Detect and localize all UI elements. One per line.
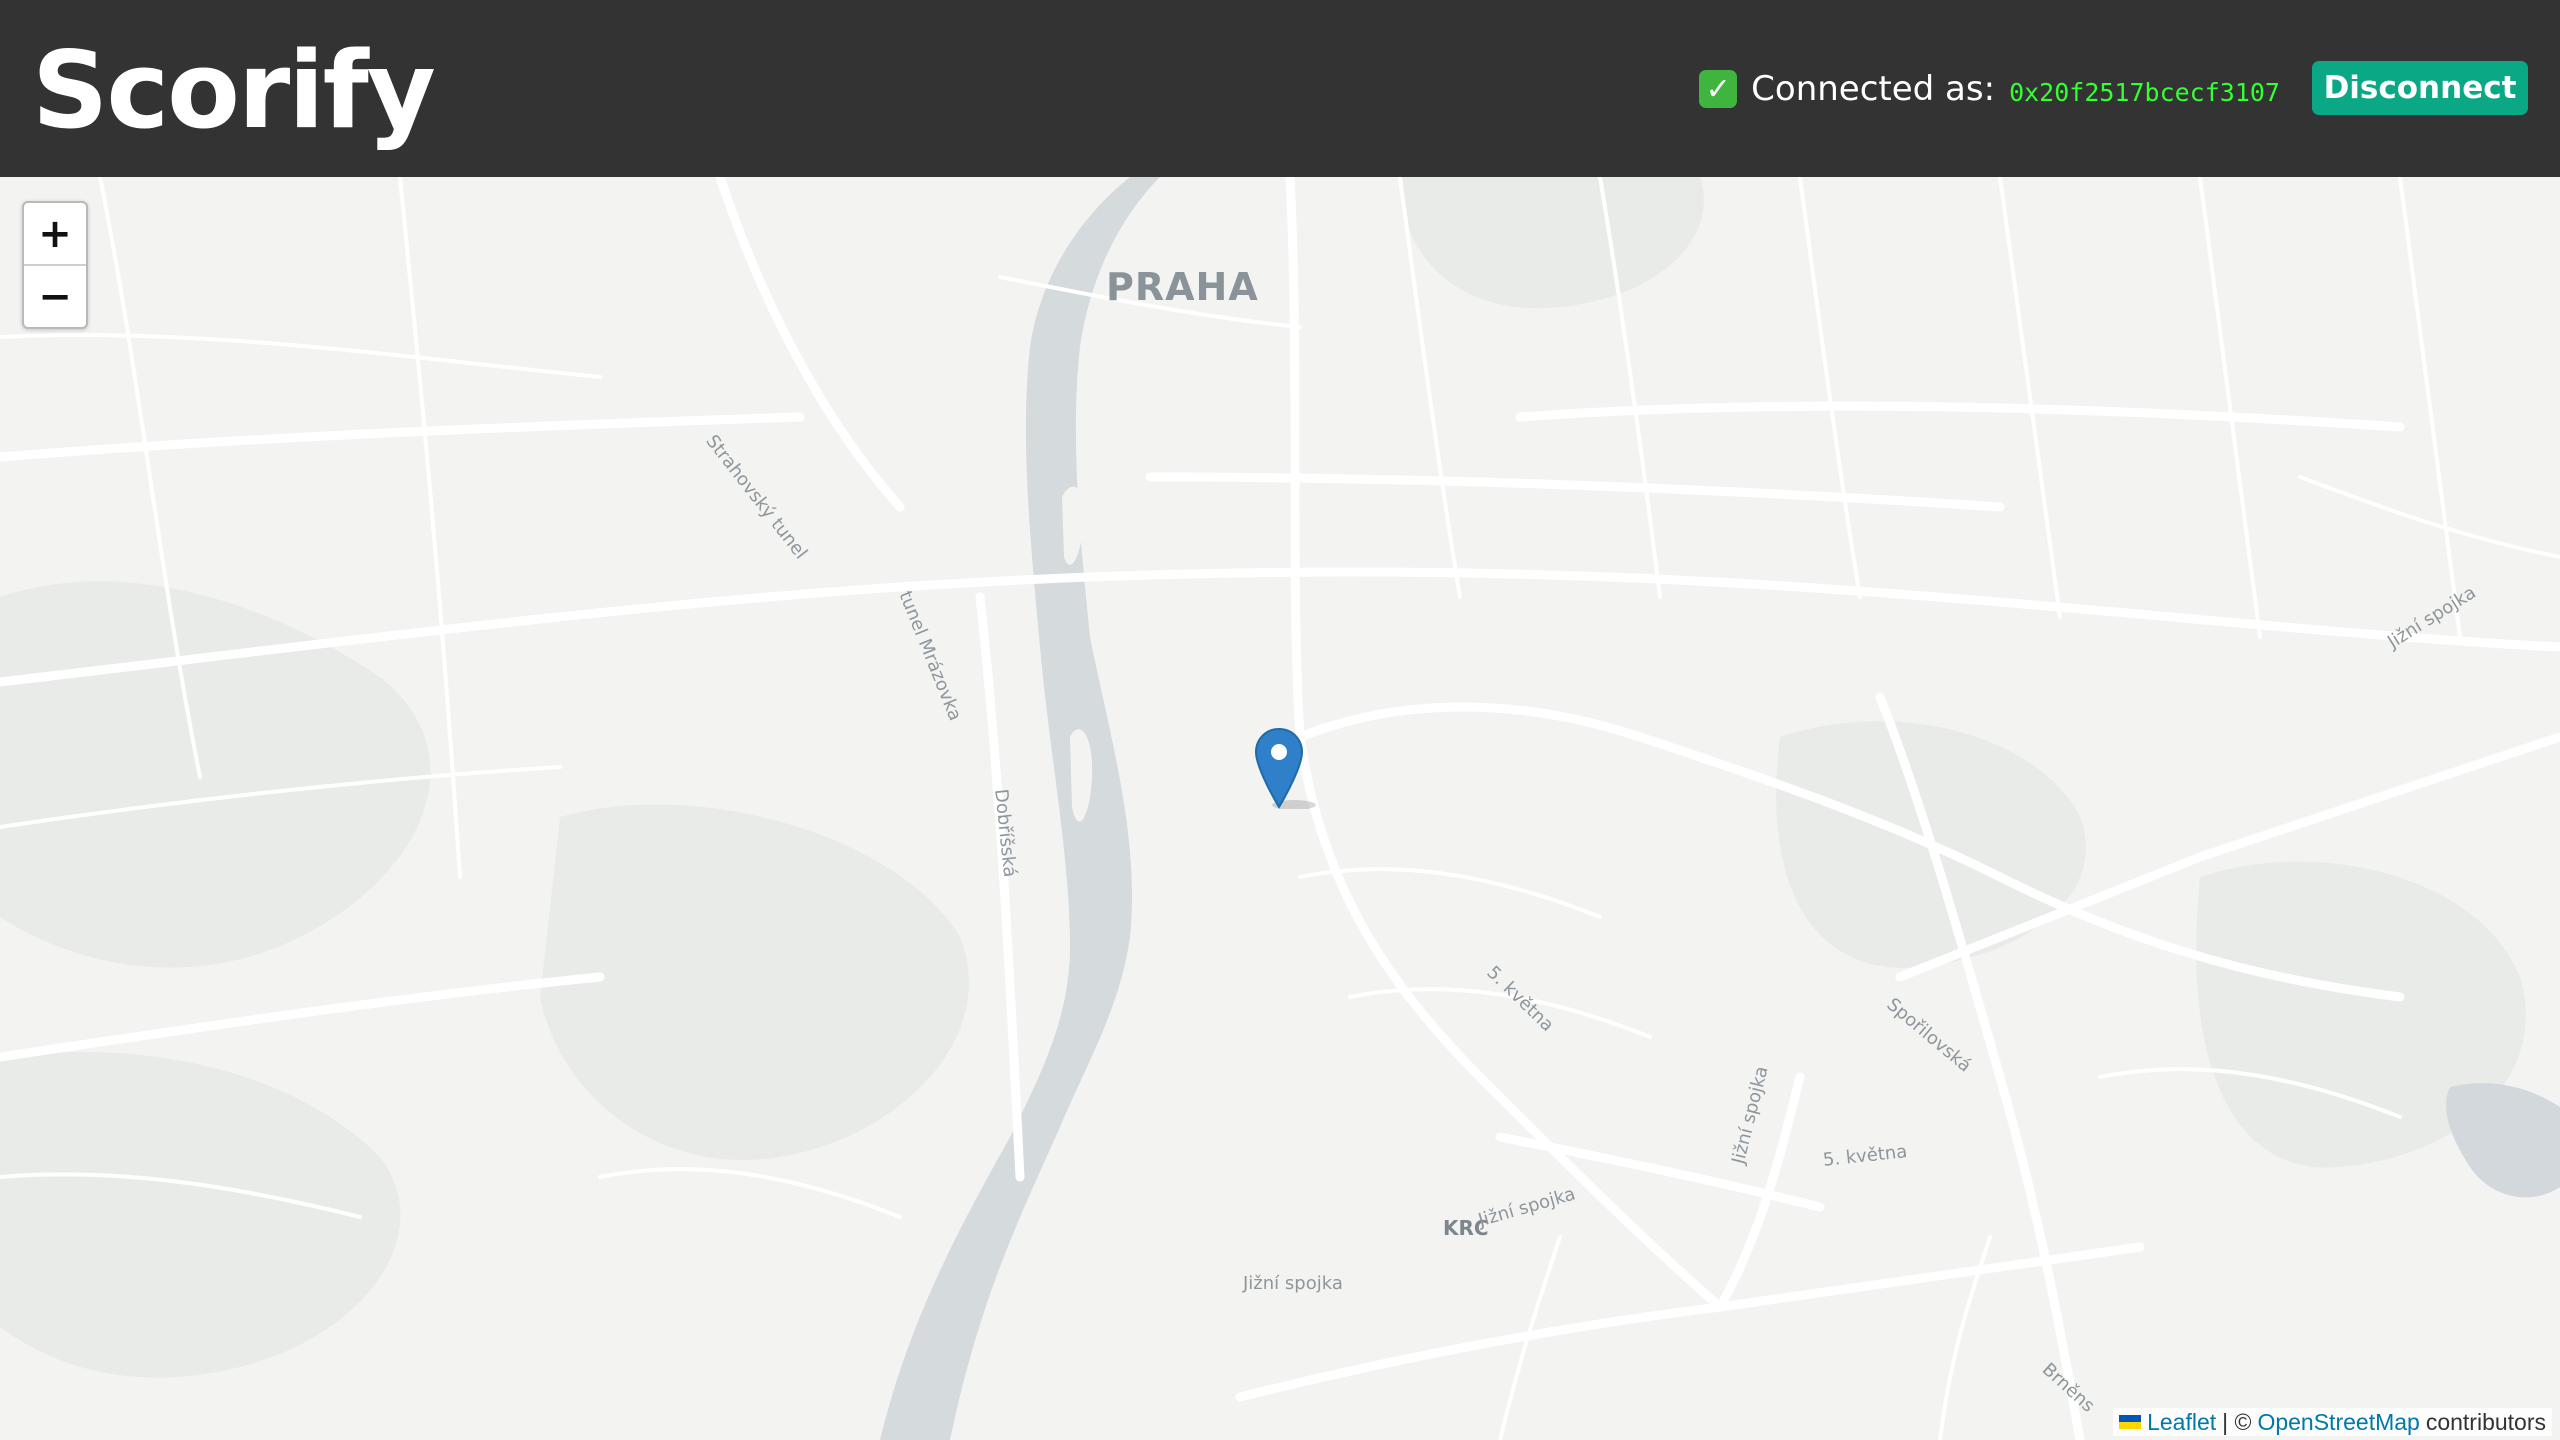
map-label-jizni-spojka-4: Jižní spojka — [1243, 1273, 1343, 1294]
disconnect-button[interactable]: Disconnect — [2312, 61, 2528, 115]
wallet-address: 0x20f2517bcecf3107 — [2009, 77, 2280, 107]
attribution-separator: | © — [2222, 1408, 2252, 1435]
openstreetmap-link[interactable]: OpenStreetMap — [2257, 1409, 2419, 1436]
attribution-contributors: contributors — [2425, 1408, 2546, 1435]
map-pin-icon — [1254, 727, 1316, 809]
app-logo: Scorify — [32, 29, 436, 152]
leaflet-link[interactable]: Leaflet — [2147, 1409, 2216, 1436]
zoom-control: + − — [22, 201, 88, 329]
map-attribution: Leaflet | © OpenStreetMap contributors — [2113, 1408, 2552, 1436]
map-view[interactable]: PRAHA KRC Strahovský tunel tunel Mrázovk… — [0, 177, 2560, 1440]
zoom-in-button[interactable]: + — [24, 203, 86, 264]
zoom-out-button[interactable]: − — [24, 266, 86, 327]
map-label-praha: PRAHA — [1106, 265, 1259, 309]
ukraine-flag-icon — [2119, 1415, 2142, 1429]
connection-status: ✓ Connected as: 0x20f2517bcecf3107 — [1699, 62, 2280, 116]
map-marker[interactable] — [1254, 727, 1316, 809]
check-mark-icon: ✓ — [1699, 70, 1738, 108]
top-header: Scorify ✓ Connected as: 0x20f2517bcecf31… — [0, 0, 2560, 177]
connected-label: Connected as: — [1751, 69, 1996, 109]
